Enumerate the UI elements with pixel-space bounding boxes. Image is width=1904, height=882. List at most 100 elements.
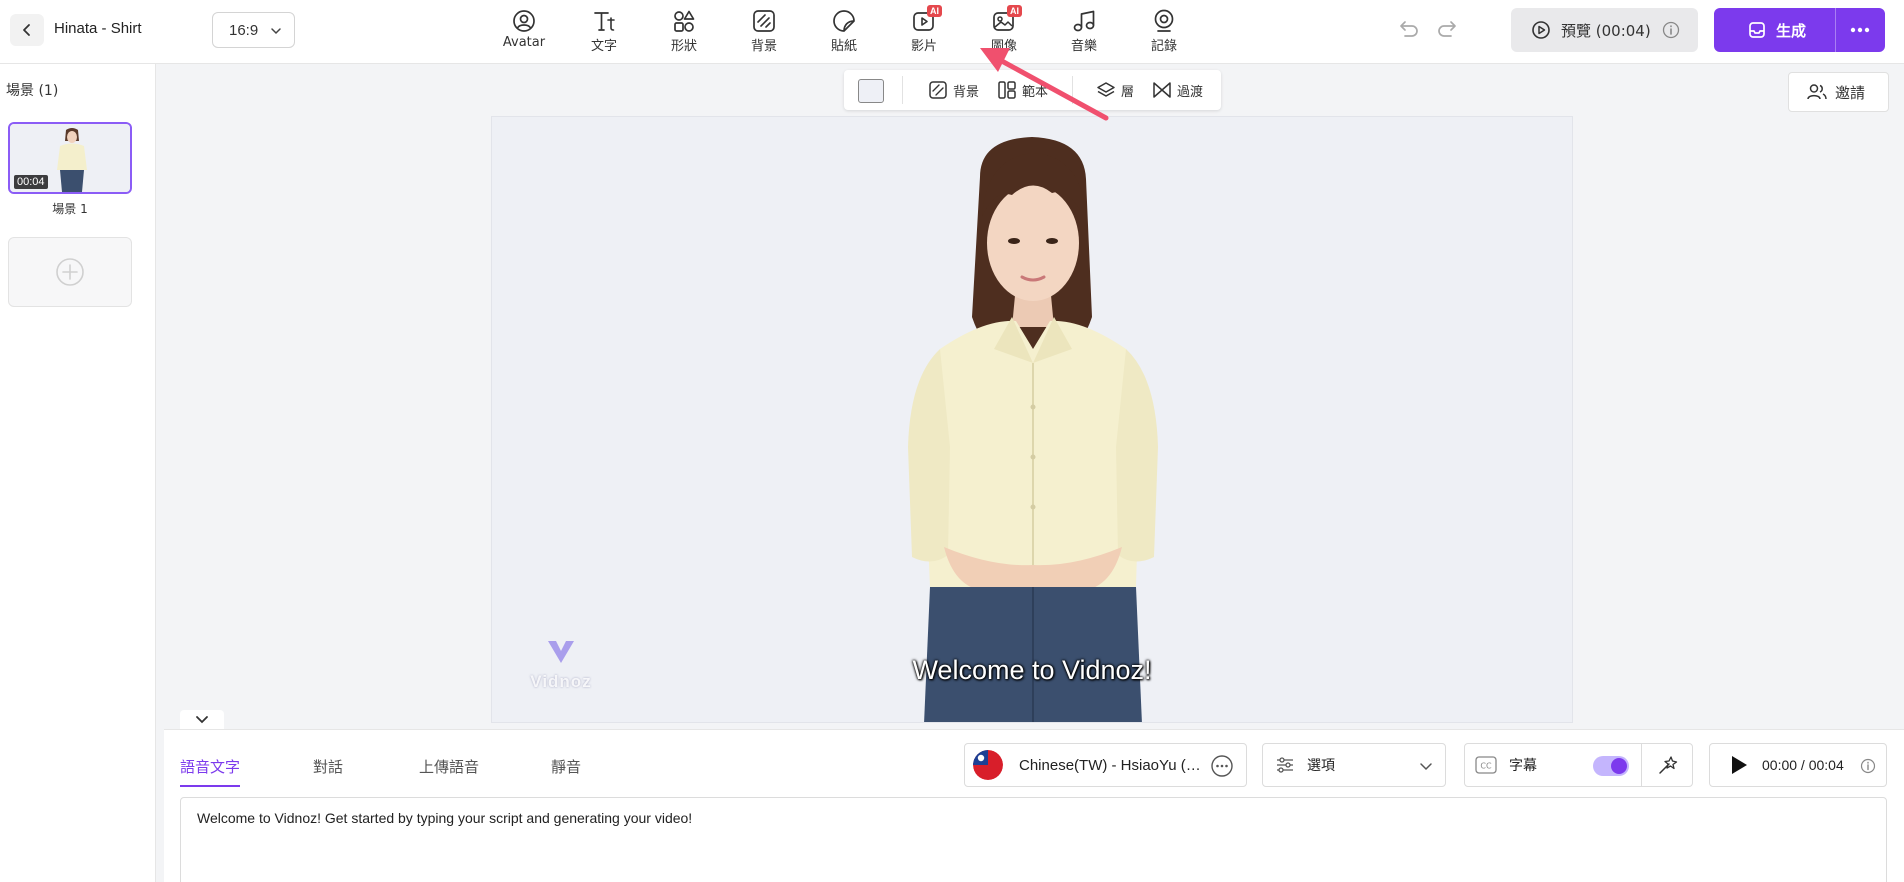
text-icon <box>594 12 615 31</box>
transition-button[interactable]: 過渡 <box>1152 70 1203 110</box>
ai-badge: AI <box>927 5 942 17</box>
svg-text:CC: CC <box>1480 762 1492 771</box>
tool-label: 記錄 <box>1150 39 1177 54</box>
add-scene-button[interactable] <box>8 237 132 307</box>
voice-select[interactable]: Chinese(TW) - HsiaoYu (Taiwan) <box>964 743 1247 787</box>
chevron-down-icon <box>271 28 281 35</box>
template-icon <box>998 81 1016 99</box>
tool-shapes[interactable]: 形狀 <box>654 6 714 54</box>
info-icon[interactable] <box>1860 758 1876 774</box>
tool-label: 背景 <box>750 39 777 54</box>
audio-player: 00:00 / 00:04 <box>1709 743 1887 787</box>
playback-time: 00:00 / 00:04 <box>1762 757 1844 773</box>
play-circle-icon <box>1532 21 1550 39</box>
tool-text[interactable]: 文字 <box>574 6 634 54</box>
background-icon <box>753 10 775 32</box>
scene-panel: 場景 (1) 00:04 場景 1 <box>0 64 156 882</box>
tool-label: 影片 <box>910 39 937 54</box>
tool-label: 文字 <box>590 39 617 54</box>
divider <box>1072 76 1073 104</box>
redo-icon[interactable] <box>1434 16 1462 44</box>
divider <box>902 76 903 104</box>
canvas-background-label: 背景 <box>953 84 980 100</box>
options-select[interactable]: 選項 <box>1262 743 1446 787</box>
invite-label: 邀請 <box>1835 83 1866 102</box>
tool-label: 圖像 <box>990 39 1017 54</box>
layer-label: 層 <box>1121 84 1135 100</box>
more-circle-icon[interactable] <box>1210 754 1234 778</box>
undo-icon[interactable] <box>1394 16 1422 44</box>
play-icon[interactable] <box>1730 755 1748 775</box>
ai-badge: AI <box>1007 5 1022 17</box>
tool-music[interactable]: 音樂 <box>1054 6 1114 54</box>
project-title[interactable]: Hinata - Shirt <box>54 20 142 37</box>
caption-toggle[interactable] <box>1593 756 1629 776</box>
collapse-panel-button[interactable] <box>180 710 224 730</box>
tool-image[interactable]: AI 圖像 <box>974 5 1034 54</box>
generate-label: 生成 <box>1776 21 1807 40</box>
info-icon[interactable] <box>1662 21 1680 39</box>
tab-upload-voice[interactable]: 上傳語音 <box>419 756 479 785</box>
generate-button[interactable]: 生成 <box>1714 8 1885 52</box>
canvas-toolbar: 背景 範本 層 過渡 <box>844 70 1221 110</box>
tool-label: 形狀 <box>670 39 697 54</box>
tab-mute[interactable]: 靜音 <box>551 756 581 785</box>
generate-main[interactable]: 生成 <box>1714 8 1836 52</box>
chevron-left-icon <box>23 24 30 36</box>
record-icon <box>1154 9 1174 32</box>
tool-background[interactable]: 背景 <box>734 6 794 54</box>
caption-style-button[interactable] <box>1641 744 1693 786</box>
script-panel: 語音文字 對話 上傳語音 靜音 Chinese(TW) - HsiaoYu (T… <box>164 729 1904 882</box>
more-options-button[interactable] <box>1836 8 1884 52</box>
music-icon <box>1073 10 1095 32</box>
caption-control: CC 字幕 <box>1464 743 1693 787</box>
tool-sticker[interactable]: 貼紙 <box>814 6 874 54</box>
avatar-figure[interactable] <box>492 117 1573 723</box>
tool-label: Avatar <box>502 35 546 50</box>
tool-label: 音樂 <box>1070 39 1097 54</box>
more-dots-icon <box>1850 27 1870 33</box>
video-canvas[interactable]: Vidnoz Welcome to Vidnoz! <box>491 116 1573 723</box>
chevron-down-icon <box>196 716 208 724</box>
aspect-ratio-select[interactable]: 16:9 <box>212 12 295 48</box>
invite-button[interactable]: 邀請 <box>1788 72 1889 112</box>
users-icon <box>1807 84 1827 100</box>
tool-avatar[interactable]: Avatar <box>494 6 554 54</box>
magic-wand-icon <box>1658 756 1677 774</box>
tool-label: 貼紙 <box>830 39 857 54</box>
script-textarea[interactable]: Welcome to Vidnoz! Get started by typing… <box>180 797 1887 882</box>
sticker-icon <box>833 10 855 32</box>
background-icon <box>929 81 947 99</box>
layers-icon <box>1097 82 1115 97</box>
top-bar: Hinata - Shirt 16:9 Avatar 文字 形狀 背景 貼紙 A… <box>0 0 1904 64</box>
inbox-icon <box>1749 22 1765 38</box>
tab-voice-text[interactable]: 語音文字 <box>180 756 241 787</box>
layer-button[interactable]: 層 <box>1096 70 1134 110</box>
scene-duration: 00:04 <box>14 175 48 189</box>
tool-record[interactable]: 記錄 <box>1134 6 1194 54</box>
template-button[interactable]: 範本 <box>997 70 1048 110</box>
canvas-background-button[interactable]: 背景 <box>928 70 979 110</box>
shapes-icon <box>674 10 695 32</box>
scene-thumbnail[interactable]: 00:04 <box>8 122 132 194</box>
scene-header: 場景 (1) <box>6 83 59 99</box>
options-label: 選項 <box>1307 758 1335 774</box>
transition-icon <box>1153 82 1171 98</box>
aspect-ratio-value: 16:9 <box>229 21 259 39</box>
plus-circle-icon <box>56 258 84 286</box>
tool-video[interactable]: AI 影片 <box>894 5 954 54</box>
background-color-swatch[interactable] <box>858 79 884 103</box>
scene-label: 場景 1 <box>52 202 88 216</box>
closed-caption-icon: CC <box>1475 756 1497 774</box>
preview-label: 預覽 (00:04) <box>1561 21 1651 40</box>
template-label: 範本 <box>1022 84 1049 100</box>
preview-button[interactable]: 預覽 (00:04) <box>1511 8 1698 52</box>
toggle-knob <box>1611 758 1627 774</box>
tab-dialogue[interactable]: 對話 <box>313 756 343 785</box>
subtitle-caption[interactable]: Welcome to Vidnoz! <box>492 655 1572 686</box>
back-button[interactable] <box>10 14 44 46</box>
transition-label: 過渡 <box>1177 84 1204 100</box>
voice-name: Chinese(TW) - HsiaoYu (Taiwan) <box>1019 756 1205 774</box>
chevron-down-icon <box>1420 763 1432 771</box>
avatar-icon <box>513 10 535 32</box>
